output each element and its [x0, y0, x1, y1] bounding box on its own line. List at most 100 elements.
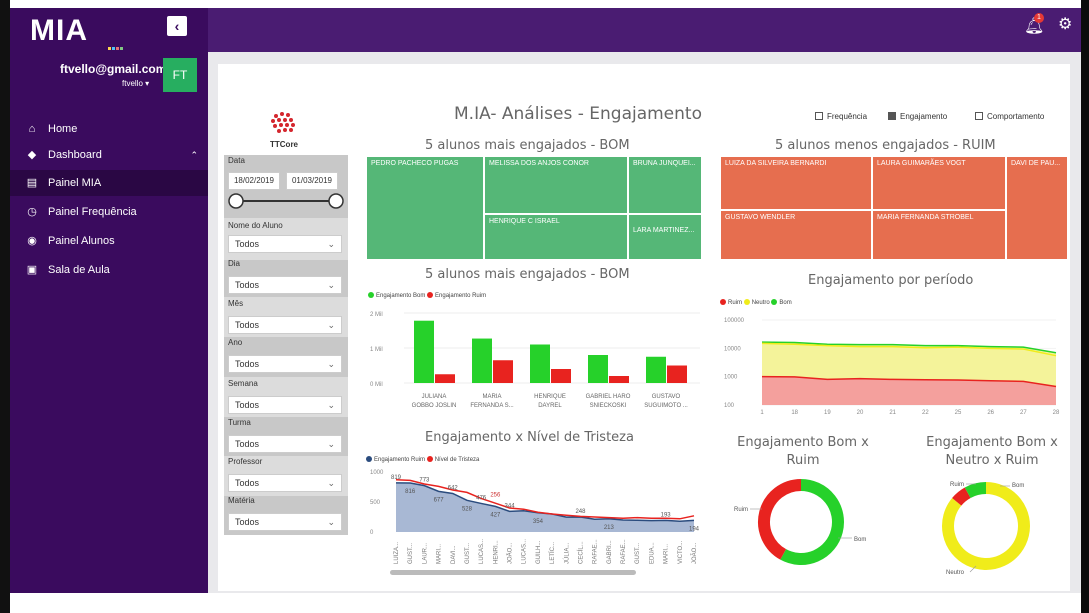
date-range-slider[interactable]: [226, 192, 346, 210]
filter-materia-select[interactable]: Todos ⌄: [228, 513, 342, 531]
select-value: Todos: [235, 320, 260, 330]
x-tick-label: JULIANA: [422, 394, 447, 400]
filter-dia-select[interactable]: Todos ⌄: [228, 276, 342, 294]
filter-label-data: Data: [228, 156, 245, 165]
filter-ano-select[interactable]: Todos ⌄: [228, 355, 342, 373]
filter-nome-aluno-select[interactable]: Todos ⌄: [228, 235, 342, 253]
treemap-cell[interactable]: DAVI DE PAU...: [1006, 156, 1068, 260]
sidebar-item-label: Home: [48, 123, 78, 135]
filter-turma-select[interactable]: Todos ⌄: [228, 435, 342, 453]
x-tick-label: LAUR...: [422, 543, 428, 564]
sidebar-collapse-button[interactable]: ‹: [167, 16, 187, 36]
checkbox-icon: [888, 112, 896, 120]
select-value: Todos: [235, 439, 260, 449]
x-tick-label: MARIA: [482, 394, 501, 400]
x-tick-label: CECÍL...: [577, 541, 584, 564]
filter-label: Ano: [228, 338, 243, 347]
x-tick-label: 28: [1053, 410, 1060, 416]
sidebar-item-dashboard[interactable]: ◆ Dashboard ⌃: [10, 142, 208, 168]
page-title: M.IA- Análises - Engajamento: [454, 104, 702, 124]
filter-label: Mês: [228, 299, 244, 308]
filter-professor-select[interactable]: Todos ⌄: [228, 474, 342, 492]
sidebar-item-painel-mia[interactable]: ▤ Painel MIA: [10, 170, 208, 196]
app-frame: MIA ‹ ftvello@gmail.com ftvello ▾ FT ⌂ Ho…: [0, 0, 1089, 613]
treemap-cell[interactable]: MELISSA DOS ANJOS CONOR: [484, 156, 628, 214]
sidebar-item-painel-alunos[interactable]: ◉ Painel Alunos: [10, 228, 208, 254]
x-tick-label: LUIZA...: [394, 542, 400, 564]
left-border: [0, 0, 10, 613]
sidebar-item-label: Painel MIA: [48, 177, 102, 189]
data-label-tristeza: 256: [490, 492, 501, 498]
slider-handle-end: [328, 193, 344, 209]
data-label: 354: [533, 519, 544, 525]
x-tick-label: HENRIQUE: [534, 394, 566, 400]
checkbox-icon: [975, 112, 983, 120]
select-value: Todos: [235, 359, 260, 369]
data-label: 677: [434, 497, 445, 503]
pie1-title: Engajamento Bom x Ruim: [737, 435, 869, 468]
area-engajamento-ruim: [396, 482, 694, 532]
user-menu[interactable]: ftvello ▾: [122, 79, 149, 88]
x-tick-label: GUST...: [635, 543, 641, 564]
data-label: 819: [391, 475, 402, 481]
logo-dots: [108, 37, 128, 50]
treemap-cell[interactable]: MARIA FERNANDA STROBEL: [872, 210, 1006, 260]
sidebar-item-label: Painel Frequência: [48, 206, 137, 218]
data-label: 476: [476, 495, 487, 501]
sidebar-item-painel-frequencia[interactable]: ◷ Painel Frequência: [10, 199, 208, 225]
bar: [414, 320, 434, 383]
checkbox-icon: [815, 112, 823, 120]
x-tick-label: SNIECKOSKI: [590, 403, 627, 409]
x-tick-label: 21: [889, 410, 896, 416]
bar: [435, 374, 455, 383]
treemap-cell[interactable]: BRUNA JUNQUEI...: [628, 156, 702, 214]
treemap-cell[interactable]: GUSTAVO WENDLER: [720, 210, 872, 260]
select-value: Todos: [235, 239, 260, 249]
chevron-down-icon: ⌄: [327, 400, 335, 410]
sadness-area-chart: 0 500 1000 819 816773 677642 528476 427 344 354 24…: [370, 470, 700, 564]
bar: [646, 356, 666, 383]
filter-mes-select[interactable]: Todos ⌄: [228, 316, 342, 334]
chevron-down-icon: ⌄: [327, 517, 335, 527]
bar: [667, 365, 687, 383]
y-tick-label: 100000: [724, 318, 745, 324]
slice-label: Bom: [1012, 483, 1024, 489]
user-email: ftvello@gmail.com: [60, 62, 167, 76]
avatar[interactable]: FT: [163, 58, 197, 92]
pie2-title: Engajamento Bom x Neutro x Ruim: [926, 435, 1058, 468]
area-period-title: Engajamento por período: [808, 273, 974, 288]
right-border: [1081, 0, 1089, 613]
app-logo[interactable]: MIA: [30, 14, 88, 48]
sidebar-item-home[interactable]: ⌂ Home: [10, 116, 208, 142]
chevron-down-icon: ⌄: [327, 239, 335, 249]
treemap-cell[interactable]: LAURA GUIMARÃES VOGT: [872, 156, 1006, 210]
donut-slice: [964, 482, 987, 499]
date-from-input[interactable]: 18/02/2019: [228, 172, 280, 190]
x-tick-label: 26: [987, 410, 994, 416]
horizontal-scrollbar[interactable]: [390, 570, 636, 575]
legend-item: Engajamento Bom: [376, 293, 426, 299]
treemap-cell[interactable]: HENRIQUE C ISRAEL: [484, 214, 628, 260]
top-band: [10, 0, 1089, 8]
toggle-engajamento[interactable]: Engajamento: [888, 112, 947, 122]
sidebar-item-label: Sala de Aula: [48, 264, 110, 276]
bar-chart: 0 Mil 1 Mil 2 Mil JULIANA GOBBO JOSLIN MARIA F…: [370, 312, 700, 409]
x-tick-label: GUSTAVO: [652, 394, 681, 400]
data-label: 773: [419, 478, 430, 484]
x-tick-label: 1: [760, 410, 764, 416]
y-tick-label: 500: [370, 500, 381, 506]
filter-semana-select[interactable]: Todos ⌄: [228, 396, 342, 414]
treemap-cell[interactable]: LUIZA DA SILVEIRA BERNARDI: [720, 156, 872, 210]
treemap-cell[interactable]: LARA MARTINEZ...: [628, 214, 702, 260]
toggle-frequencia[interactable]: Frequência: [815, 112, 867, 122]
toggle-comportamento[interactable]: Comportamento: [975, 112, 1044, 122]
x-tick-label: MARI...: [664, 544, 670, 564]
gear-icon[interactable]: ⚙: [1058, 14, 1072, 34]
treemap-cell[interactable]: PEDRO PACHECO PUGAS: [366, 156, 484, 260]
chevron-down-icon: ⌄: [327, 439, 335, 449]
y-tick-label: 100: [724, 403, 735, 409]
x-tick-label: VICTO...: [678, 540, 684, 564]
x-tick-label: 19: [824, 410, 831, 416]
date-to-input[interactable]: 01/03/2019: [286, 172, 338, 190]
sidebar-item-sala-de-aula[interactable]: ▣ Sala de Aula: [10, 257, 208, 283]
